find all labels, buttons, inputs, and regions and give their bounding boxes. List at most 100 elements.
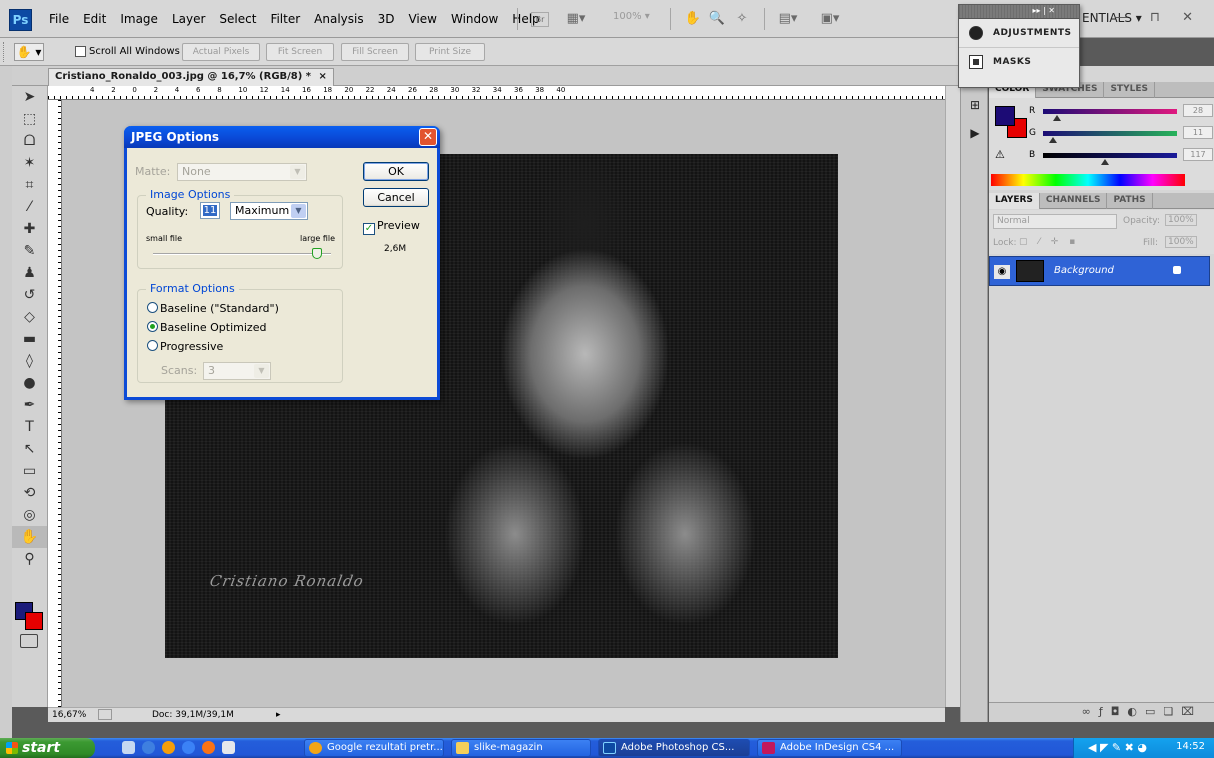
- pen-tool-icon[interactable]: ✒: [12, 394, 47, 416]
- hand-tool-icon[interactable]: ✋: [683, 10, 703, 28]
- close-tab-icon[interactable]: ×: [319, 71, 327, 82]
- adjustment-layer-icon[interactable]: ◐: [1127, 705, 1145, 718]
- tray-icons[interactable]: ◀ ◤ ✎ ✖ ◕: [1088, 741, 1147, 754]
- gamut-warning-icon[interactable]: ⚠: [995, 148, 1005, 161]
- menu-select[interactable]: Select: [212, 12, 263, 26]
- layer-style-icon[interactable]: ƒ: [1099, 705, 1111, 718]
- shape-tool-icon[interactable]: ▭: [12, 460, 47, 482]
- actions-panel-icon[interactable]: ▶: [966, 126, 984, 142]
- foreground-color-swatch[interactable]: [995, 106, 1015, 126]
- menu-edit[interactable]: Edit: [76, 12, 113, 26]
- status-zoom[interactable]: 16,67%: [52, 710, 86, 720]
- quick-mask-icon[interactable]: [20, 634, 38, 648]
- radio-baseline-standard[interactable]: [147, 302, 158, 313]
- tab-layers[interactable]: LAYERS: [989, 193, 1040, 209]
- document-tab[interactable]: Cristiano_Ronaldo_003.jpg @ 16,7% (RGB/8…: [48, 68, 334, 86]
- quicklaunch-paint-icon[interactable]: [222, 741, 235, 754]
- task-google[interactable]: Google rezultati pretr...: [304, 739, 444, 757]
- blue-bar[interactable]: [1043, 153, 1177, 158]
- link-layers-icon[interactable]: ∞: [1082, 705, 1099, 718]
- actual-pixels-button[interactable]: Actual Pixels: [182, 43, 260, 61]
- green-slider[interactable]: G 11: [1029, 126, 1213, 143]
- blue-caret[interactable]: [1101, 159, 1109, 165]
- preview-check-icon[interactable]: ✓: [363, 223, 375, 235]
- fill-screen-button[interactable]: Fill Screen: [341, 43, 409, 61]
- clock[interactable]: 14:52: [1176, 741, 1205, 752]
- screen-mode-icon[interactable]: ▣▾: [820, 10, 840, 28]
- scans-select[interactable]: 3 ▼: [203, 362, 271, 380]
- dialog-title-bar[interactable]: JPEG Options ✕: [124, 126, 440, 148]
- preview-checkbox[interactable]: ✓ Preview: [363, 219, 420, 235]
- opacity-value[interactable]: 100%: [1165, 214, 1197, 226]
- menu-file[interactable]: File: [42, 12, 76, 26]
- quicklaunch-explorer-icon[interactable]: [122, 741, 135, 754]
- zoom-tool-icon[interactable]: 🔍: [707, 10, 727, 28]
- zoom-tool-icon[interactable]: ⚲: [12, 548, 47, 570]
- blur-tool-icon[interactable]: ◊: [12, 350, 47, 372]
- status-menu-arrow-icon[interactable]: ▸: [276, 710, 281, 720]
- options-grip[interactable]: [3, 42, 6, 62]
- close-icon[interactable]: ✕: [419, 128, 437, 146]
- color-spectrum-bar[interactable]: [991, 174, 1185, 186]
- menu-layer[interactable]: Layer: [165, 12, 212, 26]
- tab-paths[interactable]: PATHS: [1107, 193, 1153, 209]
- menu-window[interactable]: Window: [444, 12, 505, 26]
- history-panel-icon[interactable]: ⊞: [966, 98, 984, 114]
- layer-mask-icon[interactable]: ◘: [1111, 705, 1128, 718]
- delete-layer-icon[interactable]: ⌧: [1181, 705, 1202, 718]
- quicklaunch-player-icon[interactable]: [202, 741, 215, 754]
- eyedropper-tool-icon[interactable]: ⁄: [12, 196, 47, 218]
- red-caret[interactable]: [1053, 115, 1061, 121]
- blend-mode-select[interactable]: Normal: [993, 214, 1117, 229]
- quality-preset-select[interactable]: Maximum ▼: [230, 202, 308, 220]
- background-color-swatch[interactable]: [25, 612, 43, 630]
- green-bar[interactable]: [1043, 131, 1177, 136]
- masks-panel-button[interactable]: MASKS: [959, 47, 1079, 75]
- status-icon[interactable]: [98, 709, 112, 720]
- green-caret[interactable]: [1049, 137, 1057, 143]
- vertical-scrollbar[interactable]: [945, 86, 960, 707]
- scroll-all-windows-checkbox[interactable]: Scroll All Windows: [75, 46, 180, 57]
- quicklaunch-media-icon[interactable]: [142, 741, 155, 754]
- red-slider[interactable]: R 28: [1029, 104, 1213, 121]
- red-bar[interactable]: [1043, 109, 1177, 114]
- marquee-tool-icon[interactable]: ⬚: [12, 108, 47, 130]
- layer-name[interactable]: Background: [1054, 265, 1114, 276]
- brush-tool-icon[interactable]: ✎: [12, 240, 47, 262]
- move-tool-icon[interactable]: ➤: [12, 86, 47, 108]
- format-progressive[interactable]: Progressive: [147, 340, 223, 353]
- format-baseline-optimized[interactable]: Baseline Optimized: [147, 321, 266, 334]
- menu-view[interactable]: View: [401, 12, 443, 26]
- menu-filter[interactable]: Filter: [263, 12, 307, 26]
- adjustments-panel-button[interactable]: ADJUSTMENTS: [959, 19, 1079, 47]
- radio-baseline-optimized[interactable]: [147, 321, 158, 332]
- horizontal-scrollbar[interactable]: [290, 707, 945, 722]
- task-slike-magazin[interactable]: slike-magazin: [451, 739, 591, 757]
- green-value[interactable]: 11: [1183, 126, 1213, 139]
- lock-icons[interactable]: ▢ ⁄ ✛ ▪: [1019, 237, 1079, 247]
- start-button[interactable]: start: [0, 738, 95, 758]
- menu-3d[interactable]: 3D: [371, 12, 402, 26]
- 3d-orbit-tool-icon[interactable]: ◎: [12, 504, 47, 526]
- print-size-button[interactable]: Print Size: [415, 43, 485, 61]
- eraser-tool-icon[interactable]: ◇: [12, 306, 47, 328]
- bridge-icon[interactable]: Br: [531, 12, 549, 27]
- fill-value[interactable]: 100%: [1165, 236, 1197, 248]
- tool-preset-picker[interactable]: ✋ ▾: [14, 43, 44, 61]
- gradient-tool-icon[interactable]: ▬: [12, 328, 47, 350]
- format-baseline-standard[interactable]: Baseline ("Standard"): [147, 302, 279, 315]
- tab-styles[interactable]: STYLES: [1104, 82, 1155, 98]
- rotate-view-icon[interactable]: ✧: [732, 10, 752, 28]
- lasso-tool-icon[interactable]: ᗝ: [12, 130, 47, 152]
- blue-value[interactable]: 117: [1183, 148, 1213, 161]
- view-extras-icon[interactable]: ▦▾: [566, 10, 586, 28]
- radio-progressive[interactable]: [147, 340, 158, 351]
- ok-button[interactable]: OK: [363, 162, 429, 181]
- quicklaunch-browser-icon[interactable]: [162, 741, 175, 754]
- type-tool-icon[interactable]: T: [12, 416, 47, 438]
- fit-screen-button[interactable]: Fit Screen: [266, 43, 334, 61]
- new-layer-icon[interactable]: ❏: [1163, 705, 1181, 718]
- quality-slider[interactable]: [153, 248, 331, 259]
- crop-tool-icon[interactable]: ⌗: [12, 174, 47, 196]
- magic-wand-tool-icon[interactable]: ✶: [12, 152, 47, 174]
